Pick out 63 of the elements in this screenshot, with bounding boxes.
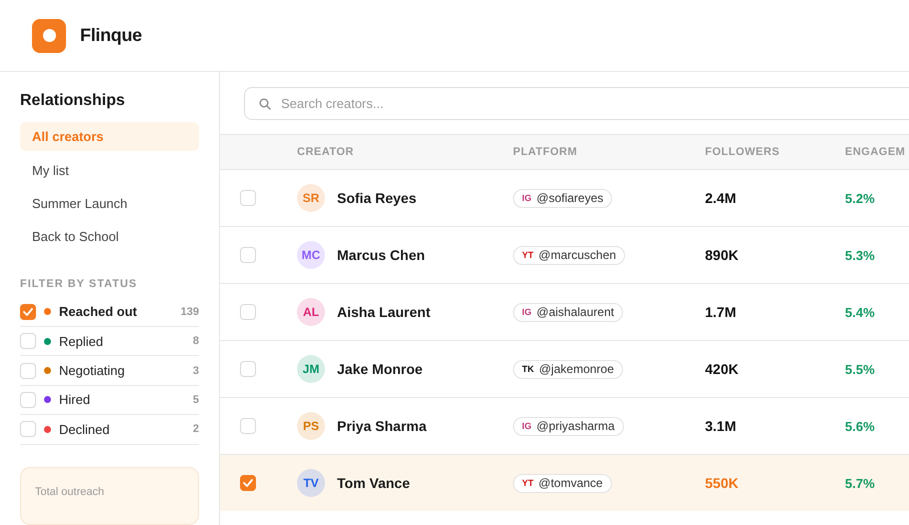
filter-count: 8 xyxy=(192,335,199,348)
sidebar-item[interactable]: Back to School xyxy=(20,222,199,252)
checkbox[interactable] xyxy=(20,304,36,320)
avatar: AL xyxy=(297,298,325,326)
engagement-rate: 5.2% xyxy=(845,190,876,206)
engagement-rate: 5.3% xyxy=(845,248,876,262)
check-icon xyxy=(243,479,253,487)
avatar: SR xyxy=(297,184,325,212)
filter-label: Hired xyxy=(59,392,92,408)
followers-count: 420K xyxy=(705,361,740,377)
filter-count: 139 xyxy=(180,306,199,318)
followers-count: 1.7M xyxy=(705,304,738,320)
row-checkbox[interactable] xyxy=(240,475,256,491)
handle: @aishalaurent xyxy=(536,305,614,319)
handle: @tomvance xyxy=(538,476,603,490)
filter-label: Reached out xyxy=(59,304,138,320)
summary-label: Total outreach xyxy=(35,486,104,498)
creator-name: Sofia Reyes xyxy=(337,190,416,206)
avatar: TV xyxy=(297,469,325,497)
logo-icon xyxy=(32,18,66,52)
sidebar-title: Relationships xyxy=(20,92,126,110)
handle: @priyasharma xyxy=(536,419,615,433)
avatar: PS xyxy=(297,412,325,440)
platform-code: IG xyxy=(522,421,532,431)
followers-count: 890K xyxy=(705,247,740,263)
engagement-rate: 5.5% xyxy=(845,362,876,376)
creator-name: Aisha Laurent xyxy=(337,304,430,320)
handle: @marcuschen xyxy=(538,248,616,262)
followers-count: 550K xyxy=(705,475,740,491)
avatar: MC xyxy=(297,241,325,269)
column-header: FOLLOWERS xyxy=(705,146,781,158)
engagement-rate: 5.6% xyxy=(845,418,876,434)
platform-code: IG xyxy=(522,307,532,317)
platform-code: YT xyxy=(522,250,534,260)
sidebar-item[interactable]: My list xyxy=(20,155,199,185)
followers-count: 3.1M xyxy=(705,418,738,434)
filter-label: Declined xyxy=(59,422,111,437)
brand-name: Flinque xyxy=(80,25,142,46)
creator-name: Jake Monroe xyxy=(337,361,423,377)
sidebar-item[interactable]: Summer Launch xyxy=(20,188,199,218)
handle: @jakemonroe xyxy=(539,362,614,376)
column-header: CREATOR xyxy=(297,146,355,158)
check-icon xyxy=(23,308,33,316)
avatar: JM xyxy=(297,355,325,383)
filter-heading: FILTER BY STATUS xyxy=(20,278,138,290)
engagement-rate: 5.7% xyxy=(845,476,876,490)
handle: @sofiareyes xyxy=(536,191,604,205)
column-header: PLATFORM xyxy=(513,146,578,158)
creator-name: Marcus Chen xyxy=(337,247,425,263)
followers-count: 2.4M xyxy=(705,190,738,206)
search-field[interactable]: Search creators... xyxy=(244,87,909,120)
filter-count: 2 xyxy=(192,423,199,436)
creator-name: Priya Sharma xyxy=(337,418,426,434)
filter-count: 5 xyxy=(192,394,199,406)
platform-code: TK xyxy=(522,364,534,374)
platform-code: IG xyxy=(522,193,532,203)
engagement-rate: 5.4% xyxy=(845,304,876,320)
filter-label: Replied xyxy=(59,334,104,349)
column-header: ENGAGEM xyxy=(845,146,906,158)
filter-count: 3 xyxy=(192,364,199,377)
creator-name: Tom Vance xyxy=(337,475,410,491)
platform-code: YT xyxy=(522,478,534,488)
filter-label: Negotiating xyxy=(59,363,126,378)
